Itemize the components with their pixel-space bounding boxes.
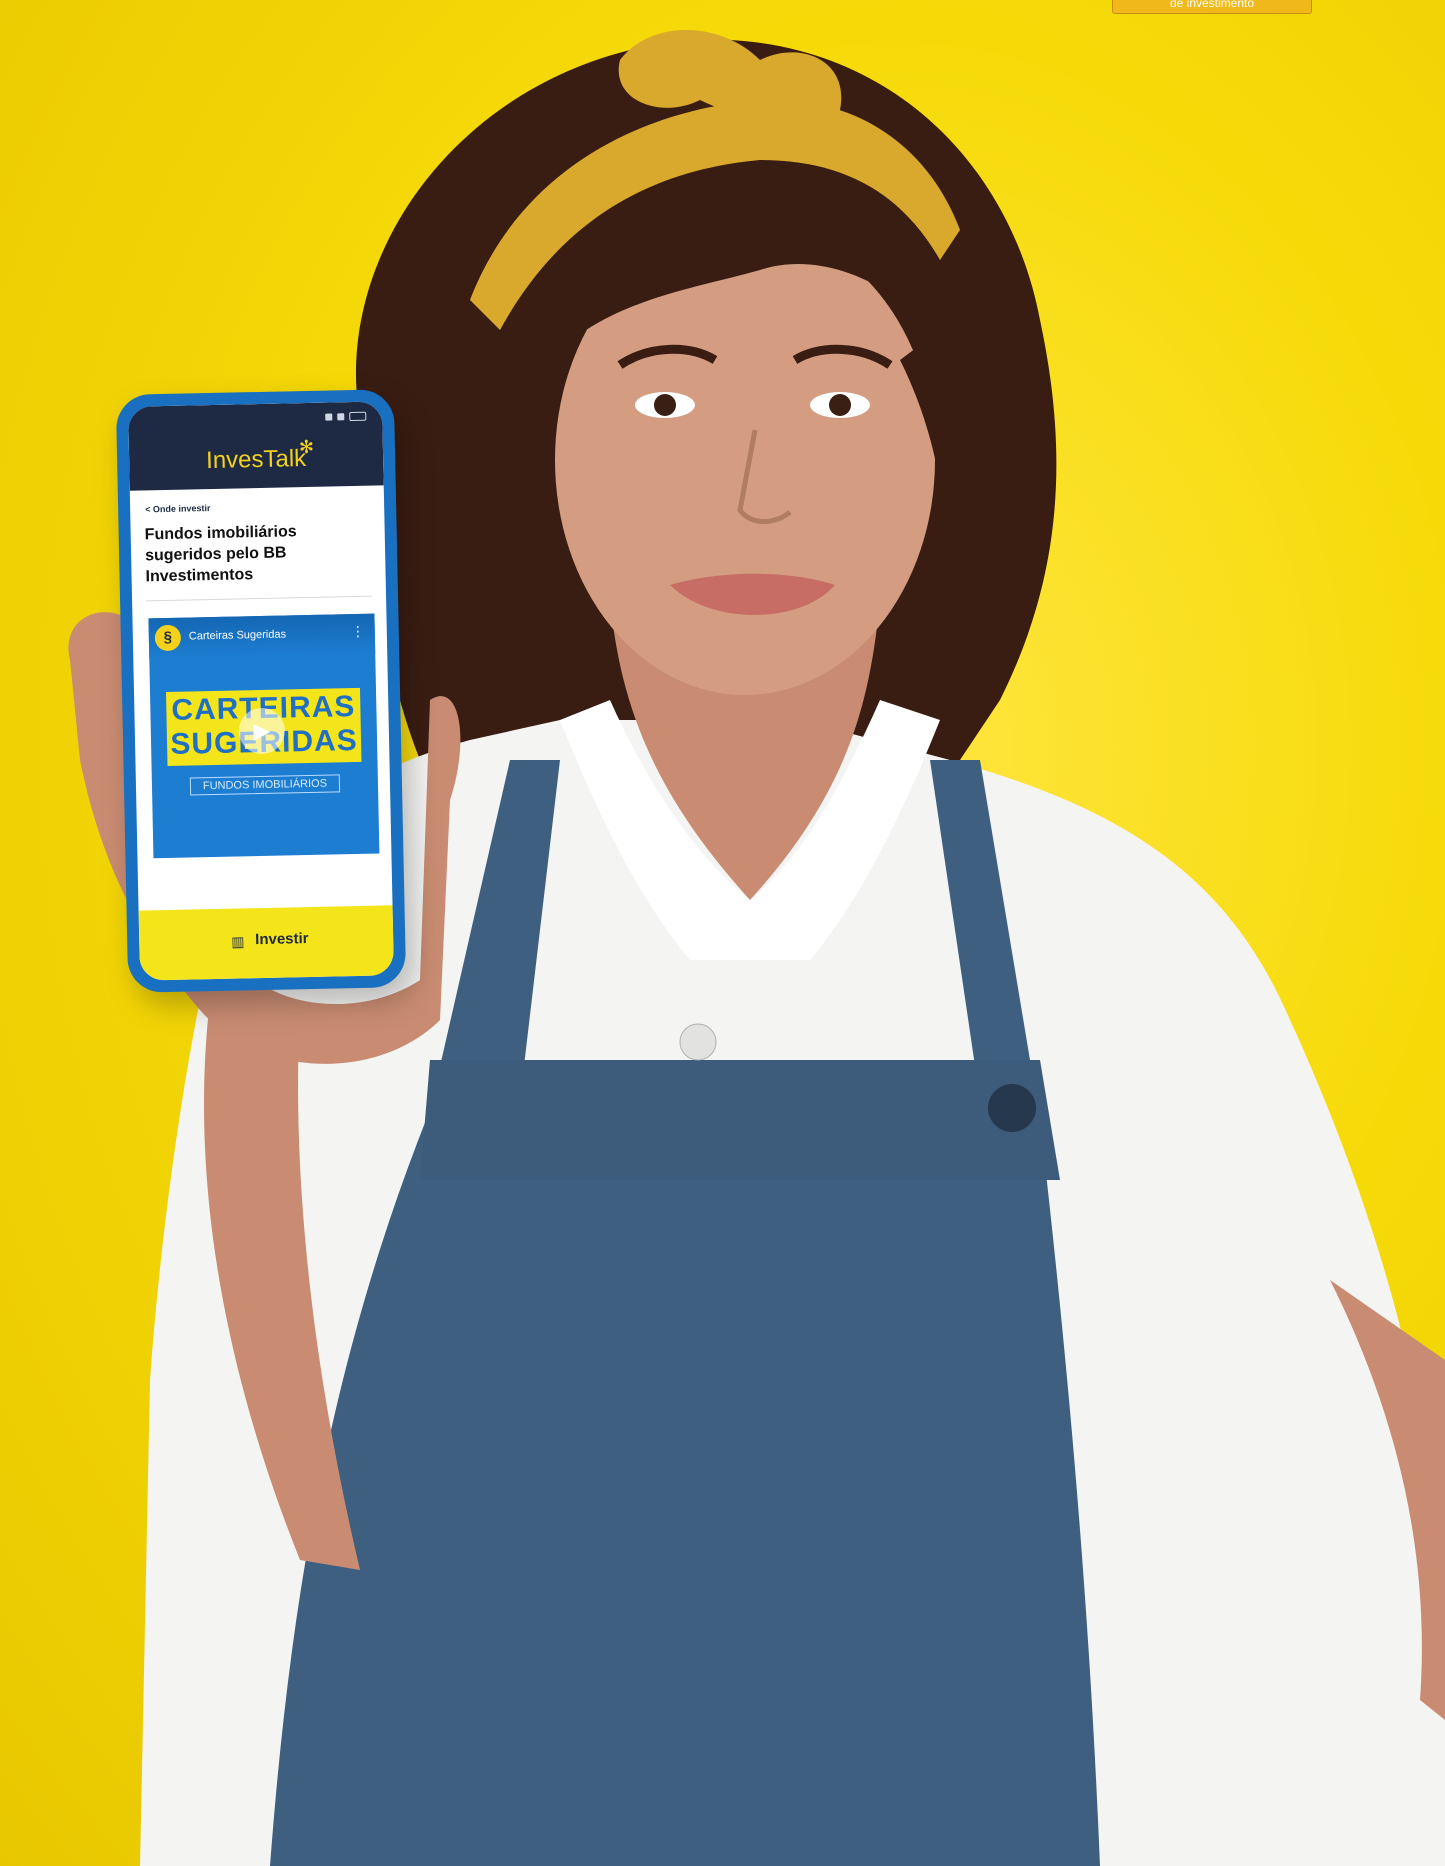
sparkle-icon: ✻ xyxy=(298,436,315,458)
chart-invest-icon: ▥ xyxy=(231,933,245,950)
cropped-badge: de investimento xyxy=(1112,0,1312,14)
wifi-icon xyxy=(337,413,345,421)
breadcrumb-back-link[interactable]: < Onde investir xyxy=(145,503,210,514)
apron-chest xyxy=(420,1060,1060,1180)
article-title: Fundos imobiliários sugeridos pelo BB In… xyxy=(144,523,297,586)
smartphone: InvesTalk ✻ < Onde investir Fundos imobi… xyxy=(115,389,407,993)
photo-stage: de investimento InvesTalk ✻ < Onde inves… xyxy=(0,0,1445,1866)
cropped-badge-text: de investimento xyxy=(1169,0,1255,10)
left-iris xyxy=(654,394,676,416)
signal-icon xyxy=(325,413,333,421)
app-header: InvesTalk ✻ xyxy=(128,401,384,491)
bb-logo-icon: § xyxy=(154,624,182,652)
shirt-button xyxy=(679,1023,717,1061)
video-subtitle: FUNDOS IMOBILIÁRIOS xyxy=(189,774,341,796)
battery-icon xyxy=(349,411,367,422)
video-channel-name: Carteiras Sugeridas xyxy=(188,628,287,643)
phone-screen: InvesTalk ✻ < Onde investir Fundos imobi… xyxy=(128,401,394,981)
status-bar xyxy=(325,411,367,422)
kebab-menu-icon[interactable]: ⋮ xyxy=(351,623,365,639)
bottom-nav-investir[interactable]: ▥ Investir xyxy=(138,905,394,981)
divider xyxy=(146,595,373,602)
right-iris xyxy=(829,394,851,416)
video-header: § Carteiras Sugeridas ⋮ xyxy=(148,613,376,659)
bottom-nav-label: Investir xyxy=(255,930,309,949)
apron-button xyxy=(988,1084,1036,1132)
app-title: InvesTalk xyxy=(205,445,307,475)
video-thumbnail[interactable]: § Carteiras Sugeridas ⋮ CARTEIRAS SUGERI… xyxy=(148,613,380,859)
